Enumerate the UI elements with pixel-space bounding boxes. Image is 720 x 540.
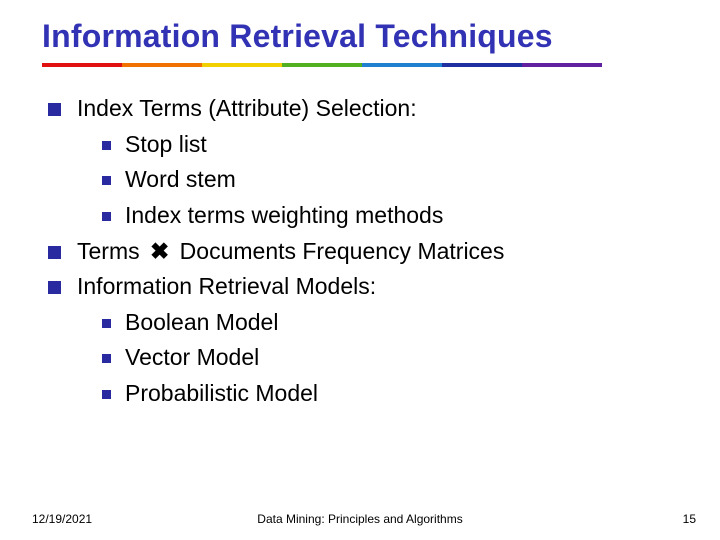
rainbow-seg xyxy=(42,63,122,67)
square-bullet-icon xyxy=(48,103,61,116)
content-area: Index Terms (Attribute) Selection: Stop … xyxy=(0,91,720,412)
list-item-text: Word stem xyxy=(125,162,236,198)
list-item: Information Retrieval Models: xyxy=(48,269,720,305)
list-subitem: Stop list xyxy=(48,127,720,163)
list-subitem: Probabilistic Model xyxy=(48,376,720,412)
list-item-text: Stop list xyxy=(125,127,207,163)
slide: Information Retrieval Techniques Index T… xyxy=(0,0,720,540)
square-bullet-icon xyxy=(102,354,111,363)
cross-icon: ✖ xyxy=(146,234,173,270)
list-item: Index Terms (Attribute) Selection: xyxy=(48,91,720,127)
list-item: Terms ✖ Documents Frequency Matrices xyxy=(48,234,720,270)
footer-title: Data Mining: Principles and Algorithms xyxy=(257,512,462,526)
square-bullet-icon xyxy=(102,212,111,221)
slide-title: Information Retrieval Techniques xyxy=(0,18,720,55)
rainbow-seg xyxy=(442,63,522,67)
footer-date: 12/19/2021 xyxy=(32,512,92,526)
list-subitem: Vector Model xyxy=(48,340,720,376)
rainbow-divider xyxy=(42,63,602,67)
list-subitem: Word stem xyxy=(48,162,720,198)
square-bullet-icon xyxy=(102,390,111,399)
slide-footer: 12/19/2021 Data Mining: Principles and A… xyxy=(0,512,720,526)
footer-page-number: 15 xyxy=(683,512,696,526)
square-bullet-icon xyxy=(48,281,61,294)
text-segment: Terms xyxy=(77,238,146,264)
list-item-text: Index Terms (Attribute) Selection: xyxy=(77,91,417,127)
list-item-text: Terms ✖ Documents Frequency Matrices xyxy=(77,234,504,270)
list-subitem: Boolean Model xyxy=(48,305,720,341)
square-bullet-icon xyxy=(48,246,61,259)
square-bullet-icon xyxy=(102,319,111,328)
rainbow-seg xyxy=(362,63,442,67)
rainbow-seg xyxy=(202,63,282,67)
rainbow-seg xyxy=(122,63,202,67)
text-segment: Documents Frequency Matrices xyxy=(173,238,504,264)
rainbow-seg xyxy=(282,63,362,67)
list-item-text: Information Retrieval Models: xyxy=(77,269,376,305)
list-item-text: Vector Model xyxy=(125,340,259,376)
list-item-text: Index terms weighting methods xyxy=(125,198,443,234)
list-subitem: Index terms weighting methods xyxy=(48,198,720,234)
list-item-text: Boolean Model xyxy=(125,305,278,341)
list-item-text: Probabilistic Model xyxy=(125,376,318,412)
square-bullet-icon xyxy=(102,176,111,185)
square-bullet-icon xyxy=(102,141,111,150)
rainbow-seg xyxy=(522,63,602,67)
